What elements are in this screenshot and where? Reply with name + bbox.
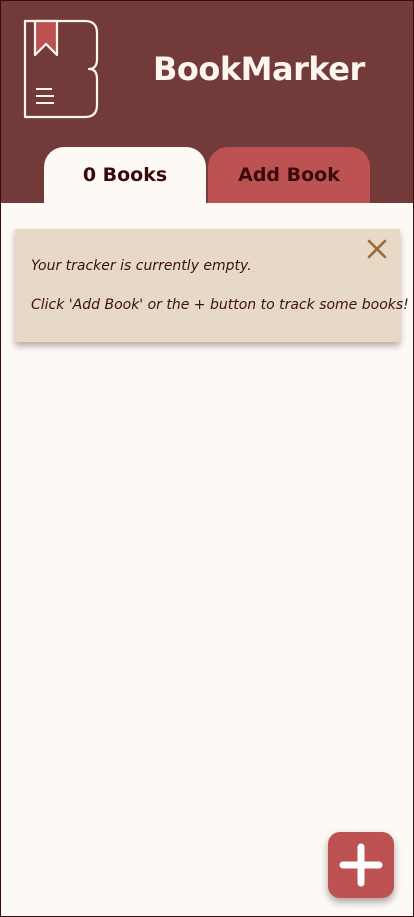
tab-books-label: 0 Books bbox=[82, 164, 168, 186]
empty-tracker-notice: Your tracker is currently empty. Click '… bbox=[15, 229, 409, 342]
tab-add-book-label: Add Book bbox=[238, 164, 340, 186]
plus-icon bbox=[339, 843, 383, 887]
close-button[interactable] bbox=[366, 238, 388, 260]
notice-message-hint: Click 'Add Book' or the + button to trac… bbox=[31, 297, 409, 313]
bookmark-book-icon bbox=[23, 19, 99, 119]
add-book-fab-button[interactable] bbox=[328, 832, 394, 898]
notice-message-empty: Your tracker is currently empty. bbox=[31, 258, 252, 274]
tab-books[interactable]: 0 Books bbox=[44, 147, 206, 203]
tab-add-book[interactable]: Add Book bbox=[208, 147, 370, 203]
app-title: BookMarker bbox=[153, 50, 365, 88]
close-icon bbox=[367, 239, 387, 259]
app-header: BookMarker 0 Books Add Book bbox=[0, 0, 414, 203]
